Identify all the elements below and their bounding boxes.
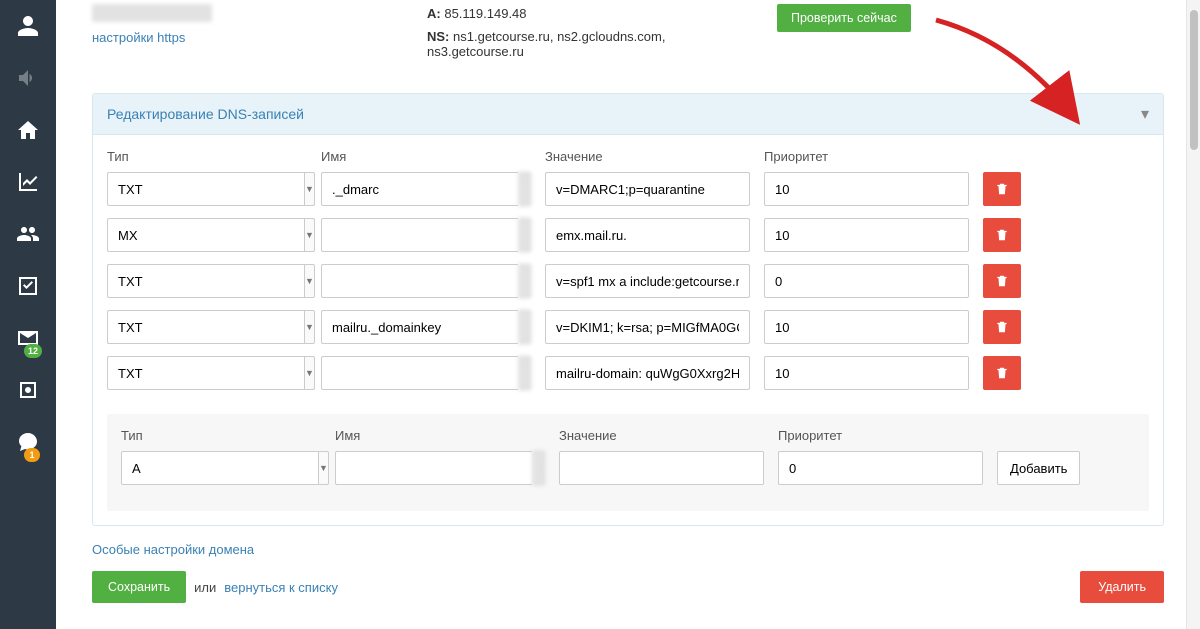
dns-record-row: ▼: [107, 218, 1149, 252]
or-text: или: [194, 580, 216, 595]
new-priority-input[interactable]: [778, 451, 983, 485]
record-value-input[interactable]: [545, 356, 750, 390]
record-type-input[interactable]: [107, 218, 304, 252]
record-name-input[interactable]: [321, 310, 518, 344]
https-settings-link[interactable]: настройки https: [92, 30, 397, 45]
special-settings-link[interactable]: Особые настройки домена: [92, 542, 254, 557]
record-priority-input[interactable]: [764, 264, 969, 298]
domain-suffix-blurred: [518, 264, 531, 298]
record-priority-input[interactable]: [764, 218, 969, 252]
trash-icon: [995, 320, 1009, 334]
record-name-input[interactable]: [321, 356, 518, 390]
sidebar-messages[interactable]: 12: [0, 312, 56, 364]
sidebar-users[interactable]: [0, 208, 56, 260]
record-type-dropdown[interactable]: ▼: [304, 264, 315, 298]
dns-panel: Редактирование DNS-записей ▾ Тип Имя Зна…: [92, 93, 1164, 526]
record-priority-input[interactable]: [764, 310, 969, 344]
trash-icon: [995, 228, 1009, 242]
sidebar-tasks[interactable]: [0, 260, 56, 312]
speaker-icon: [16, 66, 40, 90]
a-record-info: A: 85.119.149.48: [427, 6, 747, 21]
delete-record-button[interactable]: [983, 310, 1021, 344]
sidebar-sound[interactable]: [0, 52, 56, 104]
record-value-input[interactable]: [545, 264, 750, 298]
delete-button[interactable]: Удалить: [1080, 571, 1164, 603]
domain-suffix-blurred: [518, 218, 531, 252]
save-button[interactable]: Сохранить: [92, 571, 186, 603]
record-type-dropdown[interactable]: ▼: [304, 172, 315, 206]
sidebar-stats[interactable]: [0, 156, 56, 208]
record-type-dropdown[interactable]: ▼: [304, 218, 315, 252]
check-now-button[interactable]: Проверить сейчас: [777, 4, 911, 32]
sidebar: 12 1: [0, 0, 56, 629]
home-icon: [16, 118, 40, 142]
chat-badge: 1: [24, 448, 40, 462]
record-name-input[interactable]: [321, 172, 518, 206]
record-name-input[interactable]: [321, 264, 518, 298]
record-type-dropdown[interactable]: ▼: [304, 356, 315, 390]
dns-record-row: ▼: [107, 356, 1149, 390]
add-record-section: Тип Имя Значение Приоритет ▼ Добавить: [107, 414, 1149, 511]
sidebar-safe[interactable]: [0, 364, 56, 416]
record-type-input[interactable]: [107, 356, 304, 390]
collapse-toggle[interactable]: ▾: [1141, 104, 1149, 124]
ns-record-info: NS: ns1.getcourse.ru, ns2.gcloudns.com, …: [427, 29, 747, 59]
header-type: Тип: [107, 149, 307, 164]
header-value: Значение: [545, 149, 750, 164]
person-icon: [16, 14, 40, 38]
record-priority-input[interactable]: [764, 356, 969, 390]
record-type-input[interactable]: [107, 172, 304, 206]
sidebar-home[interactable]: [0, 104, 56, 156]
trash-icon: [995, 274, 1009, 288]
new-name-input[interactable]: [335, 451, 532, 485]
domain-suffix-blurred: [518, 172, 531, 206]
delete-record-button[interactable]: [983, 218, 1021, 252]
add-record-button[interactable]: Добавить: [997, 451, 1080, 485]
new-type-dropdown[interactable]: ▼: [318, 451, 329, 485]
sidebar-chat[interactable]: 1: [0, 416, 56, 468]
new-type-input[interactable]: [121, 451, 318, 485]
delete-record-button[interactable]: [983, 172, 1021, 206]
domain-suffix-blurred: [532, 451, 545, 485]
domain-suffix-blurred: [518, 356, 531, 390]
delete-record-button[interactable]: [983, 264, 1021, 298]
record-value-input[interactable]: [545, 218, 750, 252]
trash-icon: [995, 366, 1009, 380]
scrollbar-track[interactable]: [1186, 0, 1200, 629]
scrollbar-thumb[interactable]: [1190, 10, 1198, 150]
record-type-input[interactable]: [107, 264, 304, 298]
messages-badge: 12: [24, 344, 42, 358]
safe-icon: [16, 378, 40, 402]
trash-icon: [995, 182, 1009, 196]
record-type-input[interactable]: [107, 310, 304, 344]
record-name-input[interactable]: [321, 218, 518, 252]
domain-suffix-blurred: [518, 310, 531, 344]
record-type-dropdown[interactable]: ▼: [304, 310, 315, 344]
dns-record-row: ▼: [107, 264, 1149, 298]
dns-record-row: ▼: [107, 172, 1149, 206]
record-value-input[interactable]: [545, 172, 750, 206]
back-to-list-link[interactable]: вернуться к списку: [224, 580, 338, 595]
main-content: настройки https A: 85.119.149.48 NS: ns1…: [56, 0, 1200, 629]
group-icon: [16, 222, 40, 246]
chart-icon: [16, 170, 40, 194]
delete-record-button[interactable]: [983, 356, 1021, 390]
record-priority-input[interactable]: [764, 172, 969, 206]
sidebar-profile[interactable]: [0, 0, 56, 52]
header-priority: Приоритет: [764, 149, 969, 164]
dns-record-row: ▼: [107, 310, 1149, 344]
record-value-input[interactable]: [545, 310, 750, 344]
panel-title: Редактирование DNS-записей: [107, 106, 304, 122]
new-value-input[interactable]: [559, 451, 764, 485]
checkbox-icon: [16, 274, 40, 298]
header-name: Имя: [321, 149, 531, 164]
domain-name-blurred: [92, 4, 212, 22]
